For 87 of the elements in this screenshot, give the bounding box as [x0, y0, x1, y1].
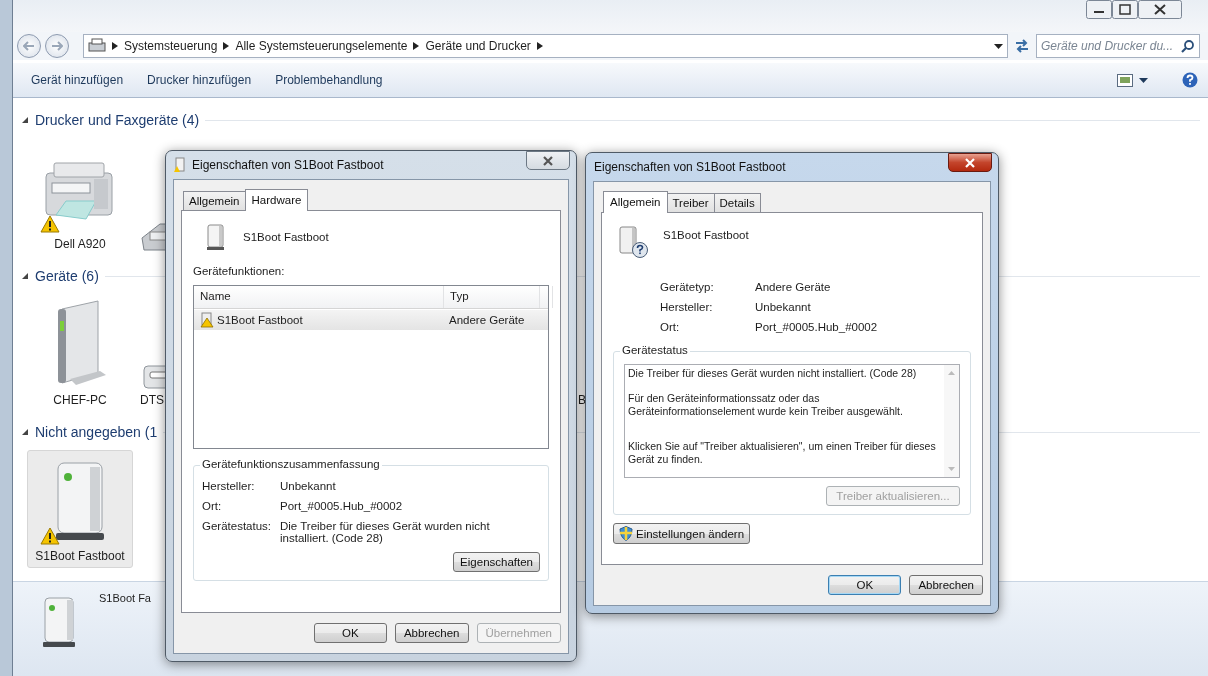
- tab[interactable]: Details: [713, 193, 761, 212]
- back-arrow-icon: [23, 41, 35, 51]
- table-cell: S1Boot Fastboot: [194, 310, 444, 330]
- status-text: Für den Geräteinformationssatz oder das Geräteinformationselement wurde kein Treiber ausgewählt.: [628, 392, 904, 418]
- field-value: Port_#0005.Hub_#0002: [280, 500, 404, 512]
- breadcrumb[interactable]: Alle Systemsteuerungselemente: [235, 39, 408, 53]
- close-button[interactable]: [526, 151, 570, 170]
- chevron-icon: [536, 42, 543, 50]
- dialog-button[interactable]: Abbrechen: [909, 575, 983, 595]
- group-title: Gerätestatus: [620, 344, 690, 356]
- warning-icon: [40, 527, 60, 545]
- warning-icon: [40, 215, 60, 233]
- forward-arrow-icon: [51, 41, 63, 51]
- collapse-icon[interactable]: [21, 116, 29, 124]
- status-text-area[interactable]: [624, 364, 960, 478]
- caret-icon[interactable]: [1139, 77, 1148, 83]
- dialog-button[interactable]: OK: [313, 623, 387, 643]
- field-value: Unbekannt: [280, 480, 337, 492]
- field-label: Gerätetyp:: [660, 281, 715, 293]
- tab[interactable]: Allgemein: [183, 191, 246, 210]
- device-name: S1Boot Fastboot: [663, 228, 749, 241]
- dialog-button[interactable]: OK: [828, 575, 902, 595]
- device-label: CHEF-PC: [53, 392, 107, 407]
- dropdown-icon[interactable]: [994, 43, 1003, 49]
- device-label: Dell A920: [54, 236, 106, 251]
- device-label: DTS: [140, 392, 164, 407]
- close-icon: [542, 155, 554, 166]
- tab[interactable]: Allgemein: [603, 191, 668, 213]
- column-header[interactable]: Typ: [444, 286, 540, 308]
- device-item[interactable]: CHEF-PC: [27, 294, 133, 412]
- field-label: Ort:: [202, 500, 223, 512]
- collapse-icon[interactable]: [21, 272, 29, 280]
- minimize-icon[interactable]: [1086, 0, 1112, 19]
- close-button[interactable]: [948, 153, 992, 172]
- details-device-name: S1Boot Fa: [99, 592, 151, 606]
- device-tower-icon: [205, 223, 227, 251]
- section-label: Gerätefunktionen:: [193, 265, 286, 277]
- dialog-title: Eigenschaften von S1Boot Fastboot: [594, 160, 786, 174]
- status-text: Die Treiber für dieses Gerät wurden nicht installiert. (Code 28): [628, 367, 918, 380]
- search-field[interactable]: Geräte und Drucker du...: [1036, 34, 1200, 58]
- dialog-title: Eigenschaften von S1Boot Fastboot: [192, 158, 384, 172]
- chevron-icon: [112, 42, 118, 50]
- device-item[interactable]: Dell A920: [27, 138, 133, 256]
- field-label: Gerätestatus:: [202, 520, 273, 534]
- toolbar-button[interactable]: Drucker hinzufügen: [135, 69, 264, 91]
- toolbar-button[interactable]: Problembehandlung: [263, 69, 395, 91]
- toolbar-button[interactable]: Gerät hinzufügen: [19, 69, 136, 91]
- maximize-icon[interactable]: [1112, 0, 1138, 19]
- warning-device-icon: [199, 312, 215, 328]
- search-icon[interactable]: [1181, 39, 1195, 53]
- address-field[interactable]: Systemsteuerung Alle Systemsteuerungselemente Geräte und Drucker: [83, 34, 1008, 58]
- field-value: Port_#0005.Hub_#0002: [755, 321, 879, 333]
- table-cell-text: Andere Geräte: [448, 313, 526, 328]
- field-value: Unbekannt: [755, 301, 812, 313]
- close-icon[interactable]: [1138, 0, 1182, 19]
- shield-icon: [619, 526, 633, 541]
- list-row[interactable]: S1Boot Fastboot Andere Geräte: [194, 310, 548, 330]
- chevron-icon: [413, 42, 420, 50]
- tab[interactable]: Hardware: [244, 189, 309, 211]
- device-label: B: [578, 392, 586, 407]
- tab[interactable]: Treiber: [666, 193, 715, 212]
- printer-icon: [88, 38, 106, 54]
- field-label: Ort:: [660, 321, 681, 333]
- field-label: Hersteller:: [202, 480, 256, 492]
- group-heading: Drucker und Faxgeräte (4): [35, 112, 200, 128]
- group-heading: Geräte (6): [35, 268, 99, 284]
- device-icon: [174, 157, 186, 173]
- field-label: Hersteller:: [660, 301, 714, 313]
- properties-button[interactable]: Eigenschaften: [453, 552, 540, 572]
- device-label: S1Boot Fastboot: [35, 548, 125, 563]
- status-text: Klicken Sie auf "Treiber aktualisieren", um einen Treiber für dieses Gerät zu finden.: [628, 440, 937, 466]
- column-header[interactable]: Name: [194, 286, 444, 308]
- help-icon[interactable]: [1182, 72, 1198, 88]
- change-settings-button[interactable]: Einstellungen ändern: [613, 523, 751, 544]
- chevron-icon: [223, 42, 230, 50]
- collapse-icon[interactable]: [21, 428, 29, 436]
- breadcrumb[interactable]: Systemsteuerung: [124, 39, 218, 53]
- device-tile[interactable]: S1Boot Fastboot: [27, 450, 133, 568]
- breadcrumb[interactable]: Geräte und Drucker: [425, 39, 531, 53]
- dialog-button[interactable]: Abbrechen: [394, 623, 469, 643]
- field-value: Andere Geräte: [755, 281, 832, 293]
- group-heading: Nicht angegeben (1: [35, 424, 158, 440]
- group-title: Gerätefunktionszusammenfassung: [200, 458, 382, 470]
- device-name: S1Boot Fastboot: [243, 230, 329, 243]
- close-icon: [964, 157, 976, 168]
- field-value: Die Treiber für dieses Gerät wurden nicht installiert. (Code 28): [280, 520, 491, 544]
- view-icon[interactable]: [1117, 73, 1133, 87]
